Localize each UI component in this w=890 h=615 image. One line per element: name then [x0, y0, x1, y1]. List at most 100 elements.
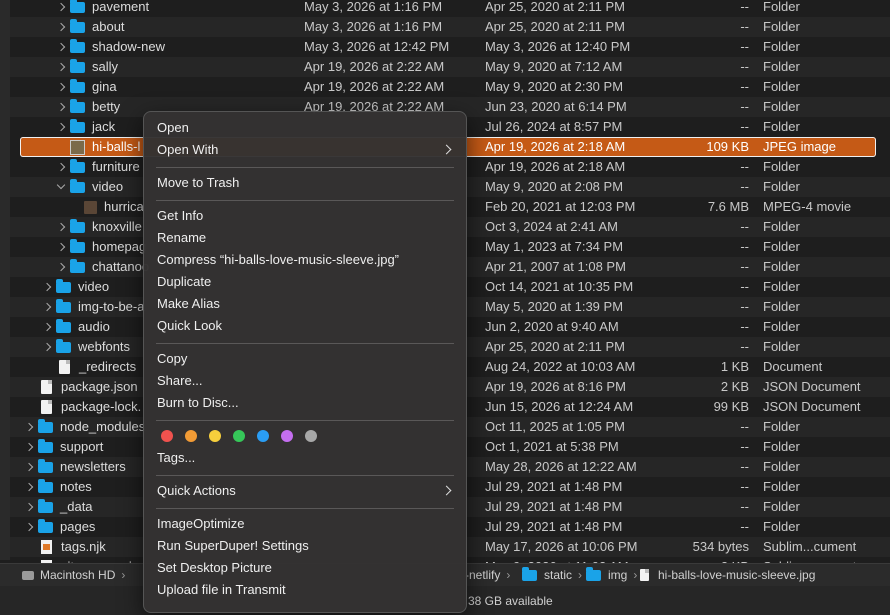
menu-item-set-desktop-picture[interactable]: Set Desktop Picture — [157, 558, 453, 578]
path-item-macintosh-hd[interactable]: Macintosh HD › — [22, 564, 131, 586]
tag-color-dot[interactable] — [161, 430, 173, 442]
table-row[interactable]: sally Apr 19, 2026 at 2:22 AM May 9, 2020 … — [10, 57, 890, 77]
folder-icon — [70, 158, 85, 173]
file-name-cell: shadow-new — [56, 37, 165, 57]
file-size: -- — [740, 0, 749, 14]
tag-color-dot[interactable] — [185, 430, 197, 442]
disclosure-closed-icon[interactable] — [24, 517, 36, 537]
menu-item-burn-to-disc[interactable]: Burn to Disc... — [157, 393, 453, 413]
menu-item-quick-actions[interactable]: Quick Actions — [157, 481, 453, 501]
file-kind: Folder — [763, 59, 800, 74]
menu-item-make-alias[interactable]: Make Alias — [157, 294, 453, 314]
menu-item-open[interactable]: Open — [157, 118, 453, 138]
file-name-cell: package-lock. — [24, 397, 141, 417]
date-added: Jun 15, 2026 at 12:24 AM — [485, 399, 634, 414]
date-added: Apr 25, 2020 at 2:11 PM — [485, 339, 625, 354]
file-name-label: _redirects — [79, 359, 137, 374]
tag-color-dot[interactable] — [305, 430, 317, 442]
path-item-netlify[interactable]: -netlify › — [465, 564, 516, 586]
tag-color-dot[interactable] — [281, 430, 293, 442]
path-item-file[interactable]: hi-balls-love-music-sleeve.jpg — [640, 564, 815, 586]
file-name-cell: gina — [56, 77, 117, 97]
menu-item-copy[interactable]: Copy — [157, 349, 453, 369]
disclosure-closed-icon[interactable] — [56, 37, 68, 57]
date-modified: May 3, 2026 at 12:42 PM — [304, 39, 450, 54]
file-name-label: betty — [92, 99, 121, 114]
date-added: Apr 25, 2020 at 2:11 PM — [485, 0, 625, 14]
date-added: May 9, 2020 at 2:08 PM — [485, 179, 624, 194]
folder-icon — [70, 258, 85, 273]
date-added: Oct 14, 2021 at 10:35 PM — [485, 279, 634, 294]
date-added: May 17, 2026 at 10:06 PM — [485, 539, 638, 554]
disclosure-closed-icon[interactable] — [56, 117, 68, 137]
disclosure-open-icon[interactable] — [56, 177, 68, 197]
disclosure-closed-icon[interactable] — [56, 157, 68, 177]
file-size: -- — [740, 319, 749, 334]
folder-icon — [70, 18, 85, 33]
disclosure-closed-icon[interactable] — [24, 437, 36, 457]
disclosure-closed-icon[interactable] — [42, 297, 54, 317]
file-name-label: tags.njk — [61, 539, 106, 554]
menu-item-imageoptimize[interactable]: ImageOptimize — [157, 514, 453, 534]
menu-item-share[interactable]: Share... — [157, 371, 453, 391]
menu-item-rename[interactable]: Rename — [157, 228, 453, 248]
file-kind: Folder — [763, 519, 800, 534]
menu-item-label: Run SuperDuper! Settings — [157, 538, 309, 553]
file-name-label: shadow-new — [92, 39, 165, 54]
disclosure-closed-icon[interactable] — [24, 417, 36, 437]
file-name-label: package.json — [61, 379, 138, 394]
file-name-label: newsletters — [60, 459, 126, 474]
date-added: Jun 2, 2020 at 9:40 AM — [485, 319, 619, 334]
folder-icon — [56, 278, 71, 293]
file-kind: Folder — [763, 339, 800, 354]
tag-color-dot[interactable] — [233, 430, 245, 442]
disclosure-closed-icon[interactable] — [56, 57, 68, 77]
menu-item-upload-file-in-transmit[interactable]: Upload file in Transmit — [157, 580, 453, 600]
table-row[interactable]: gina Apr 19, 2026 at 2:22 AM May 9, 2020 a… — [10, 77, 890, 97]
file-size: 1 KB — [720, 359, 749, 374]
menu-item-tags[interactable]: Tags... — [157, 448, 453, 468]
disclosure-closed-icon[interactable] — [56, 0, 68, 17]
disclosure-closed-icon[interactable] — [42, 277, 54, 297]
folder-icon — [70, 118, 85, 133]
file-name-label: homepag — [92, 239, 147, 254]
menu-item-open-with[interactable]: Open With — [157, 140, 453, 160]
disclosure-closed-icon[interactable] — [56, 17, 68, 37]
folder-icon — [38, 478, 53, 493]
menu-item-move-to-trash[interactable]: Move to Trash — [157, 173, 453, 193]
menu-item-duplicate[interactable]: Duplicate — [157, 272, 453, 292]
disclosure-closed-icon[interactable] — [42, 317, 54, 337]
file-kind: Folder — [763, 179, 800, 194]
disclosure-closed-icon[interactable] — [56, 217, 68, 237]
folder-icon — [70, 218, 85, 233]
menu-item-compress-hi-balls-love-music-sleeve-jpg[interactable]: Compress “hi-balls-love-music-sleeve.jpg… — [157, 250, 453, 270]
path-item-static[interactable]: static › — [522, 564, 588, 586]
date-added: Feb 20, 2021 at 12:03 PM — [485, 199, 636, 214]
disclosure-closed-icon[interactable] — [56, 257, 68, 277]
file-size: -- — [740, 219, 749, 234]
disclosure-closed-icon[interactable] — [24, 477, 36, 497]
file-size: 534 bytes — [692, 539, 749, 554]
file-name-label: about — [92, 19, 125, 34]
table-row[interactable]: about May 3, 2026 at 1:16 PM Apr 25, 2020 … — [10, 17, 890, 37]
sidebar-edge — [0, 0, 10, 560]
tag-color-dot[interactable] — [209, 430, 221, 442]
menu-item-quick-look[interactable]: Quick Look — [157, 316, 453, 336]
disclosure-closed-icon[interactable] — [24, 457, 36, 477]
disclosure-closed-icon[interactable] — [56, 77, 68, 97]
disclosure-closed-icon[interactable] — [56, 97, 68, 117]
table-row[interactable]: shadow-new May 3, 2026 at 12:42 PM May 3, … — [10, 37, 890, 57]
date-added: Apr 19, 2026 at 2:18 AM — [485, 139, 626, 154]
disclosure-closed-icon[interactable] — [56, 237, 68, 257]
path-item-img[interactable]: img › — [586, 564, 643, 586]
file-size: -- — [740, 39, 749, 54]
tag-color-dot[interactable] — [257, 430, 269, 442]
file-name-cell: homepag — [56, 237, 146, 257]
menu-item-get-info[interactable]: Get Info — [157, 206, 453, 226]
disclosure-closed-icon[interactable] — [42, 337, 54, 357]
table-row[interactable]: pavement May 3, 2026 at 1:16 PM Apr 25, 20… — [10, 0, 890, 17]
disclosure-closed-icon[interactable] — [24, 497, 36, 517]
menu-item-run-superduper-settings[interactable]: Run SuperDuper! Settings — [157, 536, 453, 556]
folder-icon — [70, 78, 85, 93]
